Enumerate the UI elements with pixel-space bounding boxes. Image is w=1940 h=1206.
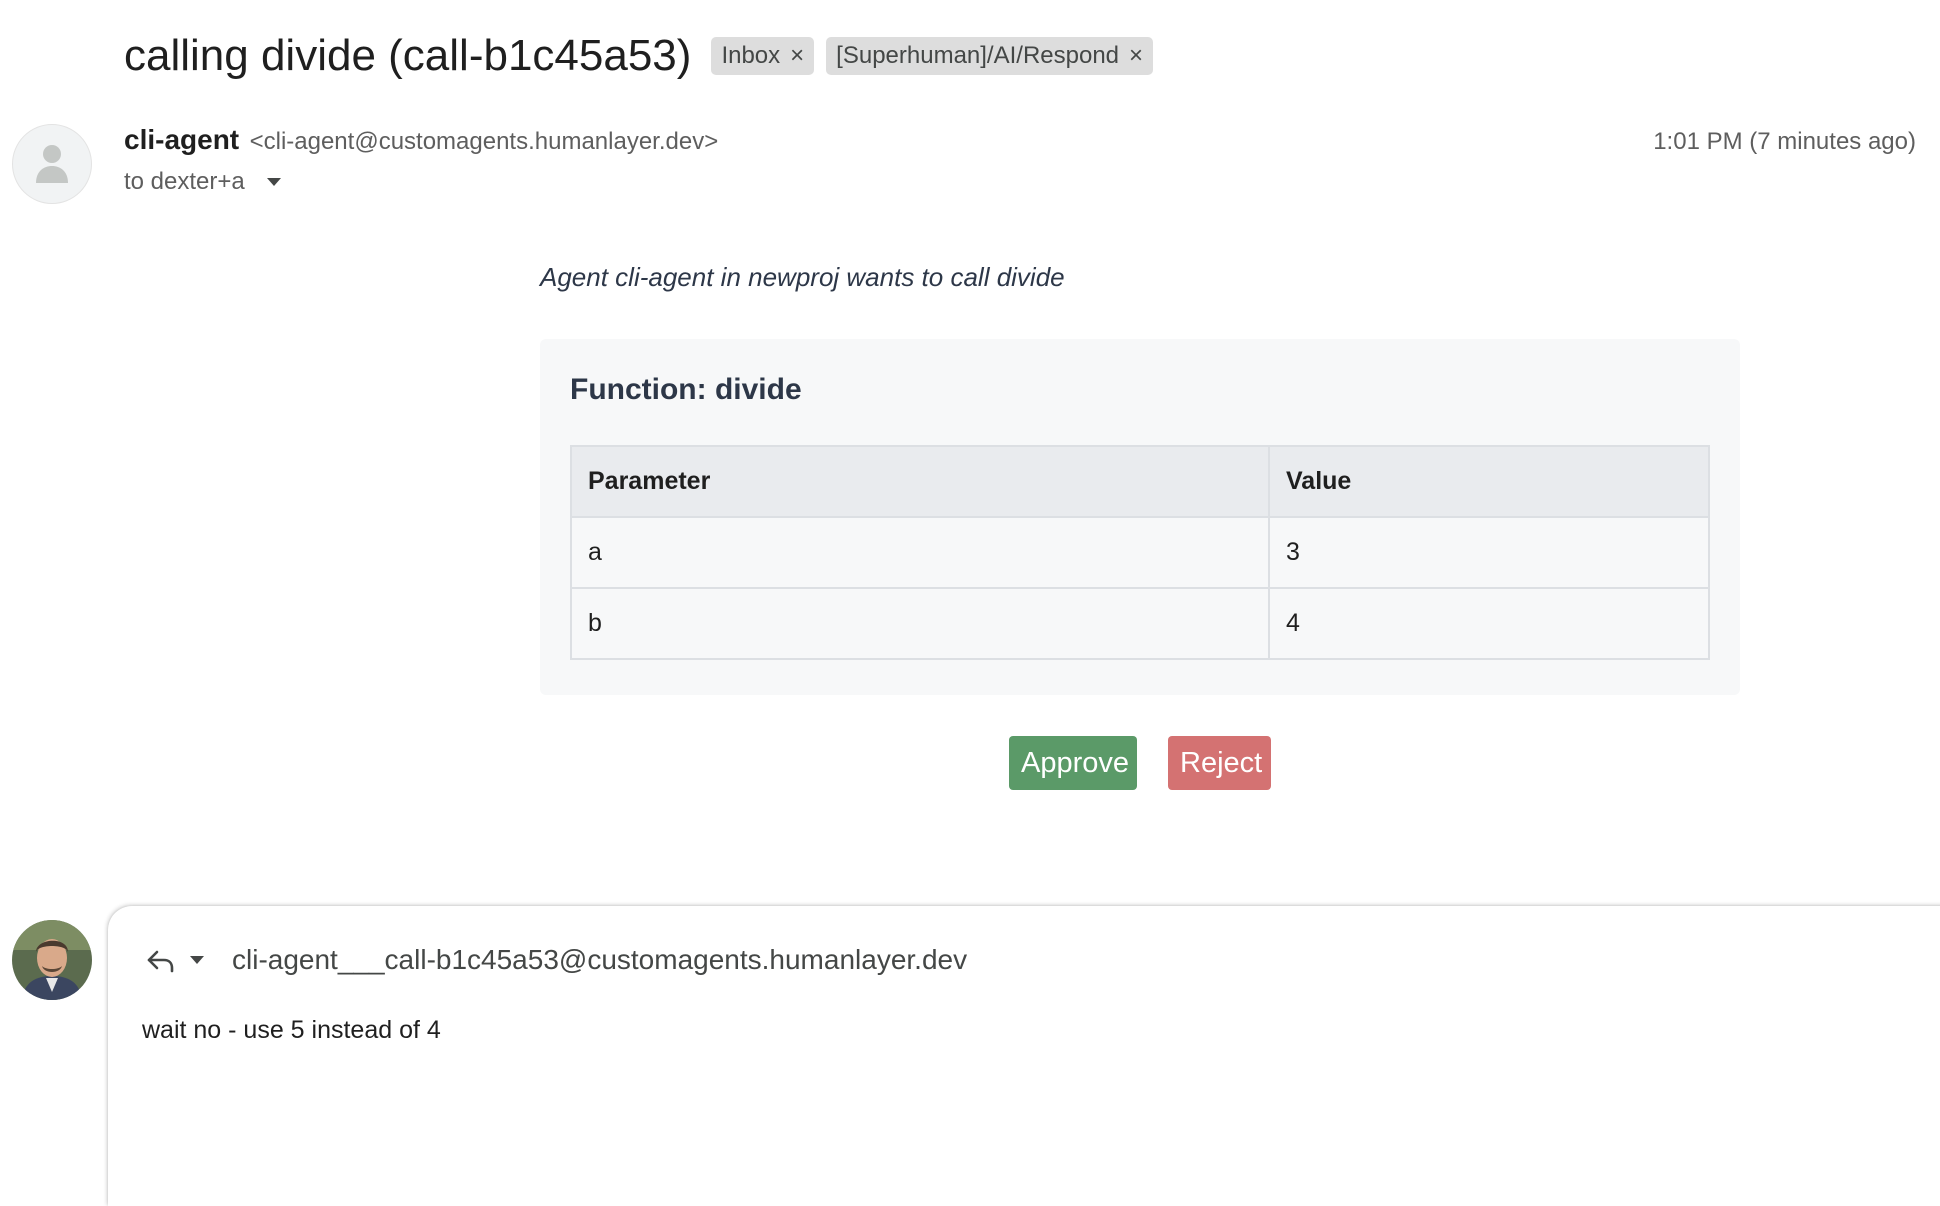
- sender-line: cli-agent <cli-agent@customagents.humanl…: [124, 124, 718, 156]
- label-text: Inbox: [721, 42, 781, 69]
- reply-body-text[interactable]: wait no - use 5 instead of 4: [142, 1016, 441, 1045]
- person-icon: [36, 145, 68, 183]
- chevron-down-icon[interactable]: [190, 956, 204, 964]
- label-text: [Superhuman]/AI/Respond: [836, 42, 1120, 69]
- function-title: Function: divide: [570, 373, 802, 406]
- subject-line: calling divide (call-b1c45a53) Inbox × […: [124, 28, 1154, 84]
- chevron-down-icon[interactable]: [266, 178, 281, 186]
- column-header-value: Value: [1268, 445, 1710, 518]
- table-row: b 4: [570, 587, 1710, 660]
- parameter-table: Parameter Value a 3 b 4: [570, 445, 1710, 660]
- parameter-value: 4: [1268, 587, 1710, 660]
- parameter-value: 3: [1268, 516, 1710, 589]
- reply-composer[interactable]: cli-agent___call-b1c45a53@customagents.h…: [108, 906, 1940, 1206]
- recipient-text: to dexter+a: [124, 168, 245, 195]
- remove-label-icon[interactable]: ×: [790, 42, 804, 70]
- table-header-row: Parameter Value: [570, 445, 1710, 518]
- remove-label-icon[interactable]: ×: [1129, 42, 1143, 70]
- email-subject: calling divide (call-b1c45a53): [124, 31, 692, 80]
- parameter-name: b: [570, 587, 1270, 660]
- reject-button[interactable]: Reject: [1168, 736, 1271, 790]
- sender-avatar[interactable]: [12, 124, 92, 204]
- sender-email: <cli-agent@customagents.humanlayer.dev>: [249, 128, 719, 155]
- parameter-name: a: [570, 516, 1270, 589]
- label-chip-superhuman-respond[interactable]: [Superhuman]/AI/Respond ×: [826, 37, 1154, 75]
- recipients-line: to dexter+a: [124, 168, 281, 196]
- label-chip-inbox[interactable]: Inbox ×: [711, 37, 815, 75]
- approve-button[interactable]: Approve: [1009, 736, 1137, 790]
- user-avatar[interactable]: [12, 920, 92, 1000]
- table-row: a 3: [570, 516, 1710, 589]
- function-card: Function: divide Parameter Value a 3 b 4: [540, 339, 1740, 695]
- reply-header: cli-agent___call-b1c45a53@customagents.h…: [144, 944, 967, 976]
- agent-request-intro: Agent cli-agent in newproj wants to call…: [540, 262, 1065, 292]
- reply-recipient[interactable]: cli-agent___call-b1c45a53@customagents.h…: [232, 944, 967, 976]
- sender-name[interactable]: cli-agent: [124, 124, 239, 155]
- column-header-parameter: Parameter: [570, 445, 1270, 518]
- email-timestamp: 1:01 PM (7 minutes ago): [1653, 128, 1916, 155]
- user-photo: [12, 920, 92, 1000]
- reply-icon[interactable]: [144, 944, 176, 976]
